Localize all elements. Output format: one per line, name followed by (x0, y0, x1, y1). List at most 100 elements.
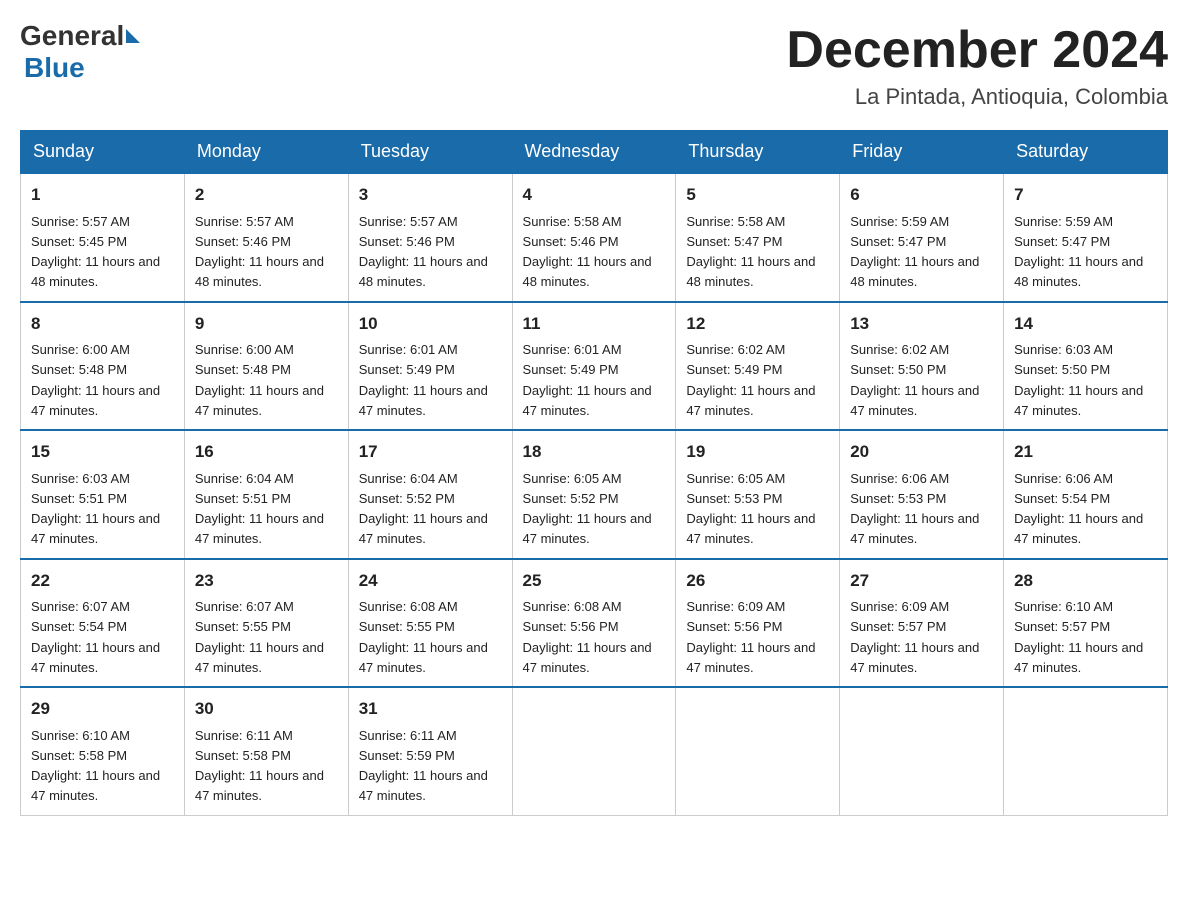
day-number: 18 (523, 439, 666, 465)
day-sunset: Sunset: 5:56 PM (686, 619, 782, 634)
day-sunrise: Sunrise: 6:00 AM (31, 342, 130, 357)
table-row: 16 Sunrise: 6:04 AM Sunset: 5:51 PM Dayl… (184, 430, 348, 559)
day-sunrise: Sunrise: 5:58 AM (686, 214, 785, 229)
logo-blue-text: Blue (24, 52, 85, 84)
header-saturday: Saturday (1004, 131, 1168, 174)
day-sunset: Sunset: 5:49 PM (686, 362, 782, 377)
table-row: 21 Sunrise: 6:06 AM Sunset: 5:54 PM Dayl… (1004, 430, 1168, 559)
day-number: 5 (686, 182, 829, 208)
day-daylight: Daylight: 11 hours and 47 minutes. (31, 640, 160, 675)
calendar-table: Sunday Monday Tuesday Wednesday Thursday… (20, 130, 1168, 816)
day-sunrise: Sunrise: 6:06 AM (850, 471, 949, 486)
day-daylight: Daylight: 11 hours and 47 minutes. (523, 383, 652, 418)
day-number: 21 (1014, 439, 1157, 465)
day-daylight: Daylight: 11 hours and 47 minutes. (359, 768, 488, 803)
day-sunrise: Sunrise: 6:04 AM (359, 471, 458, 486)
day-sunset: Sunset: 5:47 PM (686, 234, 782, 249)
day-sunrise: Sunrise: 6:01 AM (523, 342, 622, 357)
table-row: 18 Sunrise: 6:05 AM Sunset: 5:52 PM Dayl… (512, 430, 676, 559)
day-daylight: Daylight: 11 hours and 47 minutes. (195, 383, 324, 418)
day-daylight: Daylight: 11 hours and 48 minutes. (195, 254, 324, 289)
header-monday: Monday (184, 131, 348, 174)
day-sunrise: Sunrise: 6:08 AM (359, 599, 458, 614)
day-daylight: Daylight: 11 hours and 47 minutes. (195, 511, 324, 546)
day-sunrise: Sunrise: 6:05 AM (523, 471, 622, 486)
header-tuesday: Tuesday (348, 131, 512, 174)
day-daylight: Daylight: 11 hours and 47 minutes. (686, 383, 815, 418)
calendar-header-row: Sunday Monday Tuesday Wednesday Thursday… (21, 131, 1168, 174)
day-number: 24 (359, 568, 502, 594)
table-row: 3 Sunrise: 5:57 AM Sunset: 5:46 PM Dayli… (348, 173, 512, 302)
day-number: 19 (686, 439, 829, 465)
day-daylight: Daylight: 11 hours and 48 minutes. (1014, 254, 1143, 289)
day-number: 3 (359, 182, 502, 208)
day-sunrise: Sunrise: 6:03 AM (1014, 342, 1113, 357)
table-row: 11 Sunrise: 6:01 AM Sunset: 5:49 PM Dayl… (512, 302, 676, 431)
day-number: 22 (31, 568, 174, 594)
table-row: 8 Sunrise: 6:00 AM Sunset: 5:48 PM Dayli… (21, 302, 185, 431)
table-row (1004, 687, 1168, 815)
day-sunset: Sunset: 5:58 PM (31, 748, 127, 763)
day-sunrise: Sunrise: 5:57 AM (195, 214, 294, 229)
day-sunrise: Sunrise: 6:03 AM (31, 471, 130, 486)
table-row: 27 Sunrise: 6:09 AM Sunset: 5:57 PM Dayl… (840, 559, 1004, 688)
table-row: 14 Sunrise: 6:03 AM Sunset: 5:50 PM Dayl… (1004, 302, 1168, 431)
day-daylight: Daylight: 11 hours and 47 minutes. (1014, 511, 1143, 546)
day-sunrise: Sunrise: 6:09 AM (850, 599, 949, 614)
table-row: 30 Sunrise: 6:11 AM Sunset: 5:58 PM Dayl… (184, 687, 348, 815)
day-sunset: Sunset: 5:51 PM (31, 491, 127, 506)
week-row-2: 8 Sunrise: 6:00 AM Sunset: 5:48 PM Dayli… (21, 302, 1168, 431)
title-section: December 2024 La Pintada, Antioquia, Col… (786, 20, 1168, 110)
day-sunset: Sunset: 5:47 PM (850, 234, 946, 249)
table-row: 31 Sunrise: 6:11 AM Sunset: 5:59 PM Dayl… (348, 687, 512, 815)
day-number: 14 (1014, 311, 1157, 337)
day-number: 4 (523, 182, 666, 208)
day-number: 16 (195, 439, 338, 465)
table-row: 17 Sunrise: 6:04 AM Sunset: 5:52 PM Dayl… (348, 430, 512, 559)
day-number: 8 (31, 311, 174, 337)
day-daylight: Daylight: 11 hours and 47 minutes. (195, 640, 324, 675)
day-number: 17 (359, 439, 502, 465)
table-row: 25 Sunrise: 6:08 AM Sunset: 5:56 PM Dayl… (512, 559, 676, 688)
day-sunrise: Sunrise: 6:11 AM (195, 728, 293, 743)
day-sunset: Sunset: 5:54 PM (1014, 491, 1110, 506)
day-sunrise: Sunrise: 6:05 AM (686, 471, 785, 486)
location-title: La Pintada, Antioquia, Colombia (786, 84, 1168, 110)
day-daylight: Daylight: 11 hours and 48 minutes. (686, 254, 815, 289)
table-row: 24 Sunrise: 6:08 AM Sunset: 5:55 PM Dayl… (348, 559, 512, 688)
day-sunrise: Sunrise: 6:06 AM (1014, 471, 1113, 486)
day-number: 23 (195, 568, 338, 594)
day-sunset: Sunset: 5:59 PM (359, 748, 455, 763)
day-number: 7 (1014, 182, 1157, 208)
table-row: 28 Sunrise: 6:10 AM Sunset: 5:57 PM Dayl… (1004, 559, 1168, 688)
header-sunday: Sunday (21, 131, 185, 174)
day-daylight: Daylight: 11 hours and 48 minutes. (850, 254, 979, 289)
table-row: 9 Sunrise: 6:00 AM Sunset: 5:48 PM Dayli… (184, 302, 348, 431)
day-sunset: Sunset: 5:49 PM (359, 362, 455, 377)
week-row-5: 29 Sunrise: 6:10 AM Sunset: 5:58 PM Dayl… (21, 687, 1168, 815)
day-sunrise: Sunrise: 5:57 AM (359, 214, 458, 229)
table-row (840, 687, 1004, 815)
table-row: 29 Sunrise: 6:10 AM Sunset: 5:58 PM Dayl… (21, 687, 185, 815)
day-sunset: Sunset: 5:54 PM (31, 619, 127, 634)
table-row: 20 Sunrise: 6:06 AM Sunset: 5:53 PM Dayl… (840, 430, 1004, 559)
day-sunset: Sunset: 5:57 PM (850, 619, 946, 634)
day-daylight: Daylight: 11 hours and 47 minutes. (359, 383, 488, 418)
table-row: 13 Sunrise: 6:02 AM Sunset: 5:50 PM Dayl… (840, 302, 1004, 431)
day-sunset: Sunset: 5:45 PM (31, 234, 127, 249)
day-number: 31 (359, 696, 502, 722)
day-daylight: Daylight: 11 hours and 47 minutes. (1014, 383, 1143, 418)
day-sunrise: Sunrise: 6:02 AM (850, 342, 949, 357)
day-sunrise: Sunrise: 6:01 AM (359, 342, 458, 357)
day-number: 26 (686, 568, 829, 594)
day-sunset: Sunset: 5:52 PM (359, 491, 455, 506)
day-sunset: Sunset: 5:46 PM (523, 234, 619, 249)
day-daylight: Daylight: 11 hours and 47 minutes. (359, 640, 488, 675)
day-number: 2 (195, 182, 338, 208)
day-daylight: Daylight: 11 hours and 47 minutes. (523, 640, 652, 675)
day-sunset: Sunset: 5:56 PM (523, 619, 619, 634)
day-sunset: Sunset: 5:58 PM (195, 748, 291, 763)
day-sunset: Sunset: 5:49 PM (523, 362, 619, 377)
header-friday: Friday (840, 131, 1004, 174)
day-sunrise: Sunrise: 6:10 AM (1014, 599, 1113, 614)
